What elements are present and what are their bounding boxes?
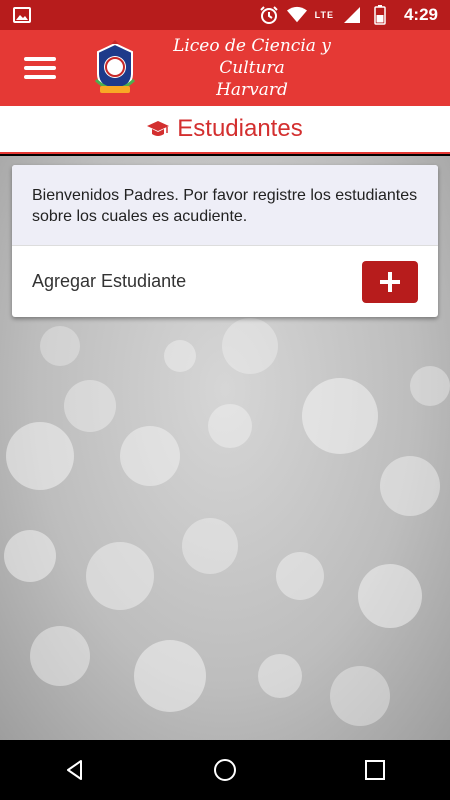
home-button[interactable] (195, 740, 255, 800)
school-name-line2: Harvard (216, 80, 288, 100)
wifi-icon (286, 5, 307, 25)
welcome-card: Bienvenidos Padres. Por favor registre l… (12, 165, 438, 317)
add-student-label: Agregar Estudiante (32, 271, 187, 291)
back-button[interactable] (45, 740, 105, 800)
alarm-icon (259, 5, 279, 25)
graduation-cap-icon (147, 118, 170, 140)
clock: 4:29 (403, 5, 438, 24)
image-icon (12, 5, 32, 25)
school-name-line1: Liceo de Ciencia y Cultura (173, 36, 331, 78)
plus-icon (380, 271, 400, 292)
network-type: LTE (314, 10, 334, 20)
add-student-row: Agregar Estudiante (12, 245, 438, 317)
school-name: Liceo de Ciencia y Cultura Harvard (142, 35, 362, 101)
recents-button[interactable] (345, 740, 405, 800)
menu-button[interactable] (0, 30, 80, 106)
welcome-message: Bienvenidos Padres. Por favor registre l… (12, 165, 438, 245)
school-logo (92, 40, 138, 96)
content-area: Bienvenidos Padres. Por favor registre l… (0, 156, 450, 740)
recents-icon (365, 760, 385, 780)
page-header: Estudiantes (0, 106, 450, 154)
hamburger-icon (24, 57, 56, 79)
app-bar: Liceo de Ciencia y Cultura Harvard (0, 30, 450, 106)
home-icon (214, 759, 236, 781)
add-student-button[interactable] (362, 260, 418, 303)
navigation-bar (0, 740, 450, 800)
signal-icon (342, 5, 362, 25)
back-icon (67, 760, 82, 780)
page-title: Estudiantes (177, 115, 303, 142)
battery-icon (370, 5, 390, 25)
status-bar: LTE 4:29 (0, 0, 450, 30)
